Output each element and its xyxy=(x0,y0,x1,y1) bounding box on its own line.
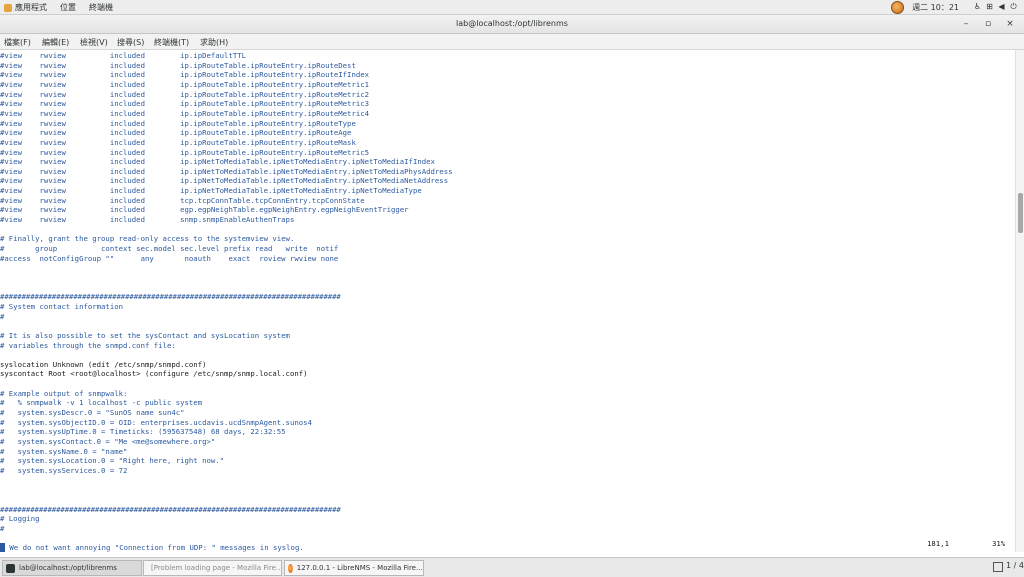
terminal-line: # system.sysName.0 = "name" xyxy=(0,446,128,456)
terminal-view[interactable]: #view rwview included ip.ipDefaultTTL #vi… xyxy=(0,50,1015,552)
task-terminal-label: lab@localhost:/opt/librenms xyxy=(19,564,117,572)
volume-icon[interactable]: ◀ xyxy=(997,3,1006,11)
applications-label: 應用程式 xyxy=(15,3,47,12)
terminal-line: #view rwview included ip.ipRouteTable.ip… xyxy=(0,147,370,157)
terminal-line: #view rwview included ip.ipRouteTable.ip… xyxy=(0,137,356,147)
terminal-app-menu[interactable]: 終端機 xyxy=(89,2,113,13)
close-button[interactable]: × xyxy=(1004,18,1016,30)
accessibility-icon[interactable]: ♿ xyxy=(973,3,982,11)
terminal-line: #view rwview included ip.ipRouteTable.ip… xyxy=(0,99,370,109)
window-title: lab@localhost:/opt/librenms xyxy=(456,19,568,28)
scrollbar-thumb[interactable] xyxy=(1018,193,1023,233)
terminal-line: # xyxy=(0,311,5,321)
gnome-top-bar: 應用程式 位置 終端機 週二 10：21 ♿ ⊞ ◀ ⏻ xyxy=(0,0,1024,15)
places-label: 位置 xyxy=(60,3,76,12)
terminal-menubar: 檔案(F) 編輯(E) 檢視(V) 搜尋(S) 終端機(T) 求助(H) xyxy=(0,34,1024,50)
terminal-line: # system.sysUpTime.0 = Timeticks: (59563… xyxy=(0,427,286,437)
terminal-line: # It is also possible to set the sysCont… xyxy=(0,330,290,340)
terminal-line: #view rwview included ip.ipRouteTable.ip… xyxy=(0,108,370,118)
cursor-position: 181,1 xyxy=(927,539,949,548)
terminal-line: #view rwview included egp.egpNeighTable.… xyxy=(0,205,409,215)
terminal-line: # system.sysDescr.0 = "SunOS name sun4c" xyxy=(0,408,185,418)
terminal-line: #view rwview included ip.ipNetToMediaTab… xyxy=(0,186,422,196)
terminal-line: ########################################… xyxy=(0,292,341,302)
task-firefox-problem[interactable]: [Problem loading page - Mozilla Fire… xyxy=(143,560,282,576)
terminal-line: # Finally, grant the group read-only acc… xyxy=(0,234,295,244)
terminal-line: # system.sysServices.0 = 72 xyxy=(0,465,128,475)
terminal-line: #view rwview included ip.ipRouteTable.ip… xyxy=(0,79,370,89)
terminal-line: #view rwview included ip.ipNetToMediaTab… xyxy=(0,157,435,167)
terminal-app-label: 終端機 xyxy=(89,3,113,12)
workspace-icon[interactable] xyxy=(993,562,1003,572)
clock[interactable]: 週二 10：21 xyxy=(912,2,959,13)
user-avatar-icon[interactable] xyxy=(891,0,905,14)
terminal-line: # Example output of snmpwalk: xyxy=(0,388,128,398)
terminal-line: syscontact Root <root@localhost> (config… xyxy=(0,369,308,379)
terminal-line: #access notConfigGroup "" any noauth exa… xyxy=(0,253,339,263)
terminal-line: # % snmpwalk -v 1 localhost -c public sy… xyxy=(0,398,203,408)
terminal-line: We do not want annoying "Connection from… xyxy=(0,543,304,552)
applications-menu[interactable]: 應用程式 xyxy=(4,2,47,13)
terminal-line: #view rwview included ip.ipRouteTable.ip… xyxy=(0,70,370,80)
scroll-percent: 31% xyxy=(992,539,1006,548)
terminal-line: #view rwview included ip.ipRouteTable.ip… xyxy=(0,89,370,99)
menu-edit[interactable]: 編輯(E) xyxy=(42,37,69,48)
terminal-scrollbar[interactable] xyxy=(1015,50,1024,552)
terminal-line: #view rwview included ip.ipDefaultTTL xyxy=(0,51,247,60)
terminal-line: # group context sec.model sec.level pref… xyxy=(0,244,339,253)
terminal-line: # system.sysLocation.0 = "Right here, ri… xyxy=(0,456,225,466)
terminal-line: # system.sysObjectID.0 = OID: enterprise… xyxy=(0,417,312,427)
terminal-line: #view rwview included snmp.snmpEnableAut… xyxy=(0,215,295,225)
terminal-line: #view rwview included tcp.tcpConnTable.t… xyxy=(0,195,365,205)
terminal-icon xyxy=(6,563,15,573)
menu-view[interactable]: 檢視(V) xyxy=(80,37,108,48)
task-firefox-librenms-label: 127.0.0.1 - LibreNMS - Mozilla Fire… xyxy=(296,564,423,572)
task-firefox-librenms[interactable]: 127.0.0.1 - LibreNMS - Mozilla Fire… xyxy=(284,560,424,576)
terminal-line: # System contact information xyxy=(0,301,124,311)
task-terminal[interactable]: lab@localhost:/opt/librenms xyxy=(2,560,142,576)
menu-help[interactable]: 求助(H) xyxy=(200,37,228,48)
terminal-line: #view rwview included ip.ipRouteTable.ip… xyxy=(0,60,356,70)
terminal-line: # xyxy=(0,523,5,533)
terminal-line: #view rwview included ip.ipNetToMediaTab… xyxy=(0,166,453,176)
terminal-line: # variables through the snmpd.conf file: xyxy=(0,340,176,350)
workspace-indicator[interactable]: 1 / 4 xyxy=(1006,561,1024,570)
menu-file[interactable]: 檔案(F) xyxy=(4,37,31,48)
window-title-bar[interactable]: lab@localhost:/opt/librenms – ▫ × xyxy=(0,15,1024,34)
menu-terminal[interactable]: 終端機(T) xyxy=(154,37,189,48)
minimize-button[interactable]: – xyxy=(960,18,972,30)
terminal-line: # Logging xyxy=(0,514,40,524)
terminal-line: #view rwview included ip.ipRouteTable.ip… xyxy=(0,128,352,138)
task-firefox-problem-label: [Problem loading page - Mozilla Fire… xyxy=(151,564,282,572)
maximize-button[interactable]: ▫ xyxy=(982,18,994,30)
network-icon[interactable]: ⊞ xyxy=(985,3,994,11)
terminal-line: # system.sysContact.0 = "Me <me@somewher… xyxy=(0,437,216,446)
terminal-line: ########################################… xyxy=(0,504,341,514)
menu-search[interactable]: 搜尋(S) xyxy=(117,37,144,48)
power-icon[interactable]: ⏻ xyxy=(1009,3,1018,11)
terminal-line: #view rwview included ip.ipRouteTable.ip… xyxy=(0,118,356,128)
applications-icon xyxy=(4,3,12,12)
places-menu[interactable]: 位置 xyxy=(60,2,76,13)
terminal-line-text: We do not want annoying "Connection from… xyxy=(5,543,304,552)
firefox-icon xyxy=(288,563,293,573)
window-list-taskbar: lab@localhost:/opt/librenms [Problem loa… xyxy=(0,557,1024,577)
terminal-line: #view rwview included ip.ipNetToMediaTab… xyxy=(0,176,449,186)
terminal-line: syslocation Unknown (edit /etc/snmp/snmp… xyxy=(0,359,207,369)
